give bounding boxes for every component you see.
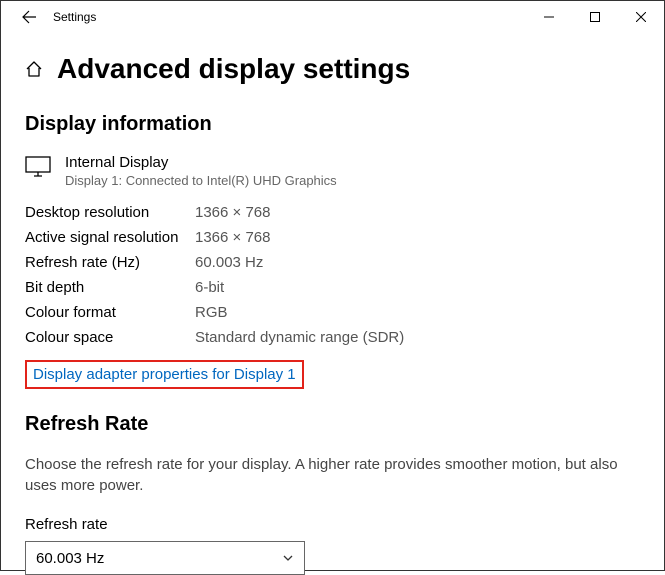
home-button[interactable] [25,60,43,78]
monitor-icon-wrap [25,154,51,188]
spec-label-refresh: Refresh rate (Hz) [25,254,195,271]
spec-val-colfmt: RGB [195,304,640,321]
back-button[interactable] [9,1,49,33]
spec-table: Desktop resolution 1366 × 768 Active sig… [25,204,640,346]
spec-val-active-res: 1366 × 768 [195,229,640,246]
maximize-icon [590,12,600,22]
refresh-rate-value: 60.003 Hz [36,550,104,567]
page-header: Advanced display settings [25,53,640,85]
spec-label-bitdepth: Bit depth [25,279,195,296]
monitor-subtext: Display 1: Connected to Intel(R) UHD Gra… [65,173,337,188]
arrow-left-icon [21,9,37,25]
spec-label-active-res: Active signal resolution [25,229,195,246]
adapter-properties-link[interactable]: Display adapter properties for Display 1 [33,366,296,383]
spec-val-refresh: 60.003 Hz [195,254,640,271]
spec-val-desktop-res: 1366 × 768 [195,204,640,221]
titlebar: Settings [1,1,664,33]
minimize-button[interactable] [526,1,572,33]
adapter-link-highlight: Display adapter properties for Display 1 [25,360,304,389]
spec-val-bitdepth: 6-bit [195,279,640,296]
monitor-icon [25,156,51,178]
window-controls [526,1,664,33]
maximize-button[interactable] [572,1,618,33]
close-button[interactable] [618,1,664,33]
display-info-heading: Display information [25,113,640,136]
refresh-rate-description: Choose the refresh rate for your display… [25,454,640,496]
monitor-summary: Internal Display Display 1: Connected to… [25,154,640,188]
spec-label-colspace: Colour space [25,329,195,346]
spec-label-desktop-res: Desktop resolution [25,204,195,221]
home-icon [25,60,43,78]
spec-val-colspace: Standard dynamic range (SDR) [195,329,640,346]
refresh-rate-label: Refresh rate [25,516,640,533]
chevron-down-icon [282,552,294,564]
refresh-rate-heading: Refresh Rate [25,413,640,436]
page-title: Advanced display settings [57,53,410,85]
monitor-text: Internal Display Display 1: Connected to… [65,154,337,188]
close-icon [636,12,646,22]
minimize-icon [544,12,554,22]
window-title: Settings [53,10,96,24]
content-area: Advanced display settings Display inform… [1,33,664,575]
refresh-rate-dropdown[interactable]: 60.003 Hz [25,541,305,575]
spec-label-colfmt: Colour format [25,304,195,321]
monitor-name: Internal Display [65,154,337,171]
